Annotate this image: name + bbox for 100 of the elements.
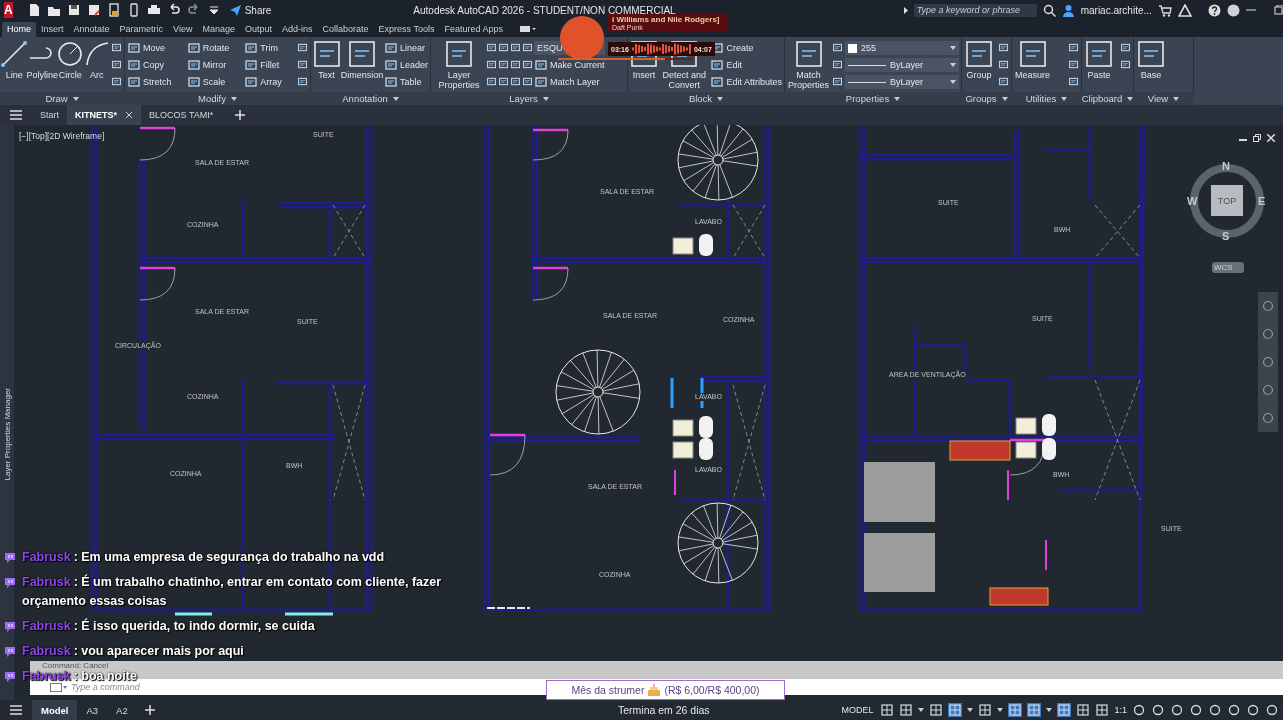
- ribbon-button[interactable]: Linear: [383, 41, 428, 55]
- cart-icon[interactable]: [1157, 3, 1172, 17]
- tool-icon[interactable]: [486, 76, 497, 87]
- wcs-menu[interactable]: WCS: [1212, 262, 1244, 273]
- ribbon-button[interactable]: Rotate: [186, 41, 230, 55]
- tool-icon[interactable]: [998, 59, 1009, 70]
- caret-icon[interactable]: [918, 708, 925, 712]
- command-field[interactable]: Type a command: [71, 682, 271, 692]
- ribbon-button[interactable]: Arc: [84, 40, 109, 92]
- tool-icon[interactable]: [1068, 59, 1079, 70]
- panel-label[interactable]: Layer Properties Manager: [2, 378, 12, 481]
- ribbon-button[interactable]: Table: [383, 75, 428, 89]
- file-tab[interactable]: Start: [32, 105, 67, 125]
- ribbon-button[interactable]: Make Current: [534, 58, 605, 72]
- ribbon-button[interactable]: Layer Properties: [433, 40, 485, 92]
- tool-icon[interactable]: [998, 76, 1009, 87]
- file-tab[interactable]: BLOCOS TAMI*: [141, 105, 222, 125]
- ribbon-tab[interactable]: Home: [2, 22, 36, 37]
- ribbon-tab[interactable]: Insert: [36, 22, 69, 37]
- tool-icon[interactable]: [832, 59, 843, 70]
- tool-icon[interactable]: [1120, 59, 1131, 70]
- ribbon-button[interactable]: Base: [1136, 40, 1166, 92]
- search-field[interactable]: Type a keyword or phrase: [913, 3, 1037, 17]
- panel-title[interactable]: Block: [688, 93, 713, 104]
- ribbon-button[interactable]: Edit Attributes: [710, 75, 782, 89]
- ribbon-tab[interactable]: View: [168, 22, 198, 37]
- tool-icon[interactable]: [498, 42, 509, 53]
- help-icon[interactable]: [1207, 3, 1221, 17]
- viewport-controls-label[interactable]: [−][Top][2D Wireframe]: [19, 131, 105, 141]
- command-prompt-icon[interactable]: [50, 682, 67, 692]
- ribbon-button[interactable]: Stretch: [127, 75, 172, 89]
- user-name[interactable]: mariac.archite...: [1080, 4, 1152, 16]
- tool-icon[interactable]: [522, 59, 533, 70]
- restore-icon[interactable]: [1253, 134, 1261, 142]
- ribbon-tab[interactable]: Add-ins: [277, 22, 318, 37]
- ribbon-button[interactable]: Line: [2, 40, 27, 92]
- ribbon-tab[interactable]: Featured Apps: [439, 22, 508, 37]
- annotation-scale-button[interactable]: 1:1: [1114, 705, 1127, 715]
- ribbon-button[interactable]: Match Properties: [787, 40, 830, 92]
- ribbon-button[interactable]: Match Layer: [534, 75, 605, 89]
- tool-icon[interactable]: [1068, 42, 1079, 53]
- close-icon[interactable]: [125, 111, 134, 119]
- share-button[interactable]: Share: [228, 3, 272, 17]
- search-icon[interactable]: [1042, 3, 1056, 17]
- viewcube-face[interactable]: TOP: [1211, 185, 1243, 216]
- layout-tab[interactable]: A2: [107, 700, 137, 720]
- caret-right-icon[interactable]: [903, 6, 908, 14]
- ribbon-tab[interactable]: Collaborate: [317, 22, 374, 37]
- tool-icon[interactable]: [522, 42, 533, 53]
- tool-icon[interactable]: [297, 42, 308, 53]
- ribbon-button[interactable]: Circle: [57, 40, 83, 92]
- panel-title[interactable]: Modify: [198, 93, 226, 104]
- layout-tab[interactable]: A3: [77, 700, 108, 720]
- panel-title[interactable]: Draw: [45, 93, 68, 104]
- compass-ring-icon[interactable]: [1187, 161, 1267, 241]
- ribbon-button[interactable]: Polyline: [28, 40, 56, 92]
- grid-icon[interactable]: [880, 703, 895, 717]
- file-tab[interactable]: KITNETS*: [67, 105, 142, 125]
- ribbon-button[interactable]: Leader: [383, 58, 428, 72]
- triangle-icon[interactable]: [1177, 3, 1192, 17]
- tool-icon[interactable]: [297, 76, 308, 87]
- panel-toggle-icon[interactable]: [519, 24, 536, 34]
- restore-icon[interactable]: [1273, 5, 1283, 15]
- caret-icon[interactable]: [967, 708, 974, 712]
- tool-icon[interactable]: [510, 76, 521, 87]
- tool-icon[interactable]: [510, 42, 521, 53]
- tool-icon[interactable]: [498, 59, 509, 70]
- tool-icon[interactable]: [111, 42, 122, 53]
- tool-icon[interactable]: [486, 42, 497, 53]
- caret-icon[interactable]: [1046, 708, 1053, 712]
- tool-icon[interactable]: [498, 76, 509, 87]
- close-icon[interactable]: [1267, 134, 1275, 142]
- ribbon-tab[interactable]: Express Tools: [373, 22, 440, 37]
- ribbon-button[interactable]: Mirror: [186, 58, 230, 72]
- ribbon-button[interactable]: Group: [964, 40, 994, 92]
- tool-icon[interactable]: [998, 42, 1009, 53]
- ribbon-button[interactable]: Fillet: [244, 58, 282, 72]
- tool-icon[interactable]: [111, 59, 122, 70]
- tool-icon[interactable]: [522, 76, 533, 87]
- ribbon-button[interactable]: Scale: [186, 75, 230, 89]
- caret-icon[interactable]: [997, 708, 1004, 712]
- ribbon-tab[interactable]: Output: [239, 22, 277, 37]
- ribbon-button[interactable]: Move: [127, 41, 172, 55]
- ribbon-button[interactable]: Measure: [1014, 40, 1051, 92]
- ribbon-tab[interactable]: Annotate: [68, 22, 115, 37]
- layout-tab[interactable]: Model: [32, 700, 78, 720]
- tool-icon[interactable]: [1120, 42, 1131, 53]
- save-as-icon[interactable]: [86, 3, 101, 17]
- tool-icon[interactable]: [1068, 76, 1079, 87]
- tool-icon[interactable]: [832, 42, 843, 53]
- dropdown-field[interactable]: ByLayer: [845, 58, 959, 72]
- dropdown-field[interactable]: 255: [845, 41, 959, 55]
- ribbon-button[interactable]: Paste: [1084, 40, 1114, 92]
- ribbon-button[interactable]: Text: [313, 40, 340, 92]
- ribbon-tab[interactable]: Manage: [197, 22, 240, 37]
- ribbon-button[interactable]: Trim: [244, 41, 282, 55]
- tool-icon[interactable]: [111, 76, 122, 87]
- dropdown-field[interactable]: ByLayer: [845, 75, 959, 89]
- save-icon[interactable]: [66, 3, 81, 17]
- app-logo[interactable]: A: [4, 2, 13, 18]
